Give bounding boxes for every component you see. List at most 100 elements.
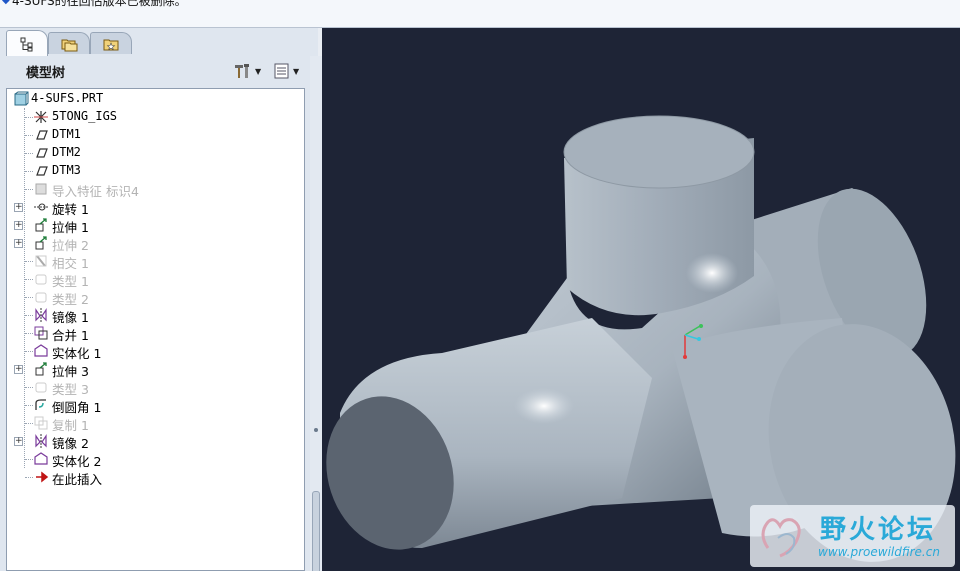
chevron-down-icon: ▼ xyxy=(293,66,300,76)
tree-item-label: DTM3 xyxy=(52,163,81,177)
extrude-icon xyxy=(35,218,47,232)
tools-icon xyxy=(235,64,249,78)
panel-splitter[interactable] xyxy=(310,56,322,571)
tree-item-label: DTM2 xyxy=(52,145,81,159)
merge-icon xyxy=(34,326,48,340)
mirror-icon xyxy=(35,434,47,448)
tree-item[interactable]: 倒圆角 1 xyxy=(7,396,304,415)
type-icon xyxy=(35,382,47,393)
extrude-icon xyxy=(35,362,47,376)
favorites-icon xyxy=(103,39,119,50)
tree-item[interactable]: DTM3 xyxy=(7,162,304,180)
tree-branch-line xyxy=(25,297,33,298)
tree-item[interactable]: 类型 3 xyxy=(7,378,304,397)
navigator-panel: 模型树 ▼ ▼ 4-SUFS.PRT 5TONG_IGS DTM1 DTM2 D… xyxy=(0,28,322,571)
tree-item[interactable]: DTM2 xyxy=(7,144,304,162)
tree-item-label: 5TONG_IGS xyxy=(52,109,118,123)
panel-scrollbar[interactable] xyxy=(312,491,320,571)
tree-item[interactable]: 5TONG_IGS xyxy=(7,108,304,126)
tree-item[interactable]: 实体化 2 xyxy=(7,450,304,469)
tree-item[interactable]: 导入特征 标识4 xyxy=(7,180,304,199)
import-feature-icon xyxy=(35,183,47,195)
tree-item[interactable]: + 镜像 2 xyxy=(7,432,304,451)
tree-item[interactable]: + 拉伸 1 xyxy=(7,216,304,235)
tree-item[interactable]: 合并 1 xyxy=(7,324,304,343)
expand-toggle-icon[interactable]: + xyxy=(14,365,23,374)
datum-plane-icon xyxy=(36,130,48,140)
coord-system-icon xyxy=(34,111,48,123)
tree-item[interactable]: 类型 1 xyxy=(7,270,304,289)
type-icon xyxy=(35,292,47,303)
solidify-icon xyxy=(34,452,48,465)
tree-root-label: 4-SUFS.PRT xyxy=(31,91,104,105)
tree-item[interactable]: + 拉伸 3 xyxy=(7,360,304,379)
specular-highlight xyxy=(514,388,574,424)
tree-branch-line xyxy=(25,459,33,460)
insert-here-icon xyxy=(36,471,49,483)
top-cylinder-end-face xyxy=(563,115,755,189)
folder-browser-icon xyxy=(61,39,78,51)
tree-branch-line xyxy=(25,261,33,262)
extrude-icon xyxy=(35,236,47,250)
part-icon xyxy=(14,91,29,106)
tree-branch-line xyxy=(25,171,33,172)
tree-item[interactable]: 相交 1 xyxy=(7,252,304,271)
tree-branch-line xyxy=(25,405,33,406)
model-tree: 4-SUFS.PRT 5TONG_IGS DTM1 DTM2 DTM3 导入特征 标识4… xyxy=(6,88,305,571)
tree-branch-line xyxy=(25,189,33,190)
tree-branch-line xyxy=(25,423,33,424)
tree-item[interactable]: 类型 2 xyxy=(7,288,304,307)
watermark-title: 野火论坛 xyxy=(820,515,937,545)
part-model-view xyxy=(326,115,956,562)
tree-item[interactable]: + 拉伸 2 xyxy=(7,234,304,253)
datum-plane-icon xyxy=(36,148,48,158)
tree-branch-line xyxy=(25,135,33,136)
tab-model-tree[interactable] xyxy=(6,30,48,56)
tree-branch-line xyxy=(25,117,33,118)
type-icon xyxy=(35,274,47,285)
model-tree-header: 模型树 ▼ ▼ xyxy=(0,56,318,86)
graphics-viewport[interactable] xyxy=(322,28,960,571)
message-bar: ◆ 4-SUFS的往回估版本已被删除。 xyxy=(0,0,960,28)
navigator-tabs xyxy=(0,28,318,56)
specular-highlight xyxy=(686,253,738,293)
list-icon xyxy=(274,63,289,79)
tab-folder-browser[interactable] xyxy=(48,32,90,54)
tree-branch-line xyxy=(25,279,33,280)
watermark-logo-icon xyxy=(761,518,801,558)
model-tree-icon xyxy=(20,37,33,51)
expand-toggle-icon[interactable]: + xyxy=(14,239,23,248)
mirror-icon xyxy=(35,308,47,322)
tree-branch-line xyxy=(25,477,33,478)
revolve-icon xyxy=(34,203,48,211)
copy-icon xyxy=(34,416,48,430)
tree-item[interactable]: 实体化 1 xyxy=(7,342,304,361)
tree-item-label: DTM1 xyxy=(52,127,81,141)
tree-item[interactable]: DTM1 xyxy=(7,126,304,144)
expand-toggle-icon[interactable]: + xyxy=(14,437,23,446)
expand-toggle-icon[interactable]: + xyxy=(14,203,23,212)
tree-branch-line xyxy=(25,333,33,334)
tree-branch-line xyxy=(25,387,33,388)
chevron-down-icon: ▼ xyxy=(255,66,262,76)
message-text: 4-SUFS的往回估版本已被删除。 xyxy=(12,0,187,8)
expand-toggle-icon[interactable]: + xyxy=(14,221,23,230)
model-tree-title: 模型树 xyxy=(26,66,66,81)
settings-menu-button[interactable]: ▼ xyxy=(233,61,261,81)
tree-item[interactable]: + 旋转 1 xyxy=(7,198,304,217)
tree-branch-line xyxy=(25,315,33,316)
tree-branch-line xyxy=(25,153,33,154)
show-menu-button[interactable]: ▼ xyxy=(273,61,299,81)
datum-plane-icon xyxy=(36,166,48,176)
tree-item[interactable]: 镜像 1 xyxy=(7,306,304,325)
tree-item[interactable]: 在此插入 xyxy=(7,468,304,487)
message-bullet-icon: ◆ xyxy=(2,0,10,6)
round-icon xyxy=(35,399,46,410)
tab-favorites[interactable] xyxy=(90,32,132,54)
watermark-url: www.proewildfire.cn xyxy=(818,545,940,559)
tree-branch-line xyxy=(25,351,33,352)
tree-item[interactable]: 复制 1 xyxy=(7,414,304,433)
tree-item-label: 在此插入 xyxy=(52,472,103,487)
splitter-grip xyxy=(314,428,318,432)
forum-watermark: 野火论坛 www.proewildfire.cn xyxy=(750,505,955,567)
